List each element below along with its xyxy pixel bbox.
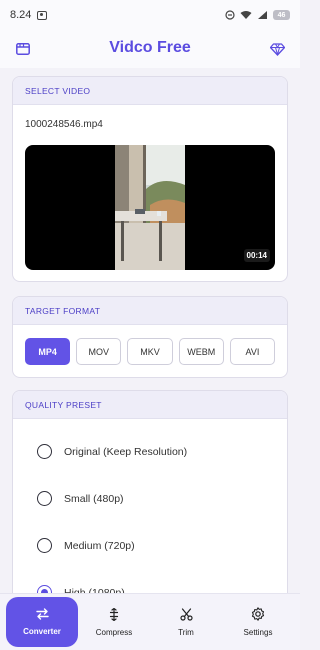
scissors-icon	[179, 607, 193, 621]
quality-options: Original (Keep Resolution) Small (480p) …	[13, 428, 287, 616]
app-bar: Vidco Free	[0, 30, 300, 68]
gear-icon	[251, 607, 265, 621]
video-file-name: 1000248546.mp4	[25, 119, 103, 130]
status-bar: 8.24 46	[0, 0, 300, 30]
signal-icon	[258, 11, 267, 19]
format-options: MP4 MOV MKV WEBM AVI	[13, 338, 287, 365]
radio-button[interactable]	[37, 538, 52, 553]
gallery-button[interactable]	[14, 40, 32, 58]
quality-preset-header: QUALITY PRESET	[13, 391, 287, 419]
quality-option-label: Medium (720p)	[64, 539, 135, 552]
target-format-header: TARGET FORMAT	[13, 297, 287, 325]
format-avi-button[interactable]: AVI	[229, 338, 276, 365]
nav-label: Trim	[178, 627, 194, 637]
format-mkv-button[interactable]: MKV	[127, 338, 173, 365]
format-mov-button[interactable]: MOV	[76, 338, 122, 365]
nav-item-settings[interactable]: Settings	[222, 597, 294, 647]
quality-option-original[interactable]: Original (Keep Resolution)	[13, 428, 287, 475]
nav-item-trim[interactable]: Trim	[150, 597, 222, 647]
compress-icon	[109, 607, 119, 621]
bottom-nav: Converter Compress Trim Settings	[0, 593, 300, 650]
format-mp4-button[interactable]: MP4	[25, 338, 71, 365]
radio-button[interactable]	[37, 444, 52, 459]
select-video-card: SELECT VIDEO 1000248546.mp4 00:14	[12, 76, 288, 282]
app-title: Vidco Free	[109, 39, 191, 56]
premium-button[interactable]	[268, 40, 286, 58]
quality-option-small[interactable]: Small (480p)	[13, 475, 287, 522]
gallery-icon	[16, 43, 30, 55]
nav-item-converter[interactable]: Converter	[6, 597, 78, 647]
format-webm-button[interactable]: WEBM	[178, 338, 224, 365]
diamond-icon	[269, 42, 285, 56]
video-thumbnail	[115, 145, 185, 270]
dnd-icon	[225, 10, 235, 20]
nav-item-compress[interactable]: Compress	[78, 597, 150, 647]
battery-icon: 46	[273, 10, 290, 20]
nav-label: Settings	[243, 628, 273, 637]
select-video-header: SELECT VIDEO	[13, 77, 287, 105]
video-duration: 00:14	[243, 249, 270, 262]
status-time: 8.24	[10, 9, 32, 21]
nav-label: Converter	[23, 627, 61, 636]
nav-label: Compress	[95, 627, 133, 637]
swap-icon	[35, 608, 49, 620]
quality-option-medium[interactable]: Medium (720p)	[13, 522, 287, 569]
quality-option-label: Original (Keep Resolution)	[64, 445, 188, 458]
wifi-icon	[240, 11, 252, 19]
radio-button[interactable]	[37, 491, 52, 506]
target-format-card: TARGET FORMAT MP4 MOV MKV WEBM AVI	[12, 296, 288, 378]
video-preview[interactable]: 00:14	[25, 145, 275, 270]
quality-option-label: Small (480p)	[64, 492, 124, 505]
screenshot-icon	[37, 10, 48, 20]
